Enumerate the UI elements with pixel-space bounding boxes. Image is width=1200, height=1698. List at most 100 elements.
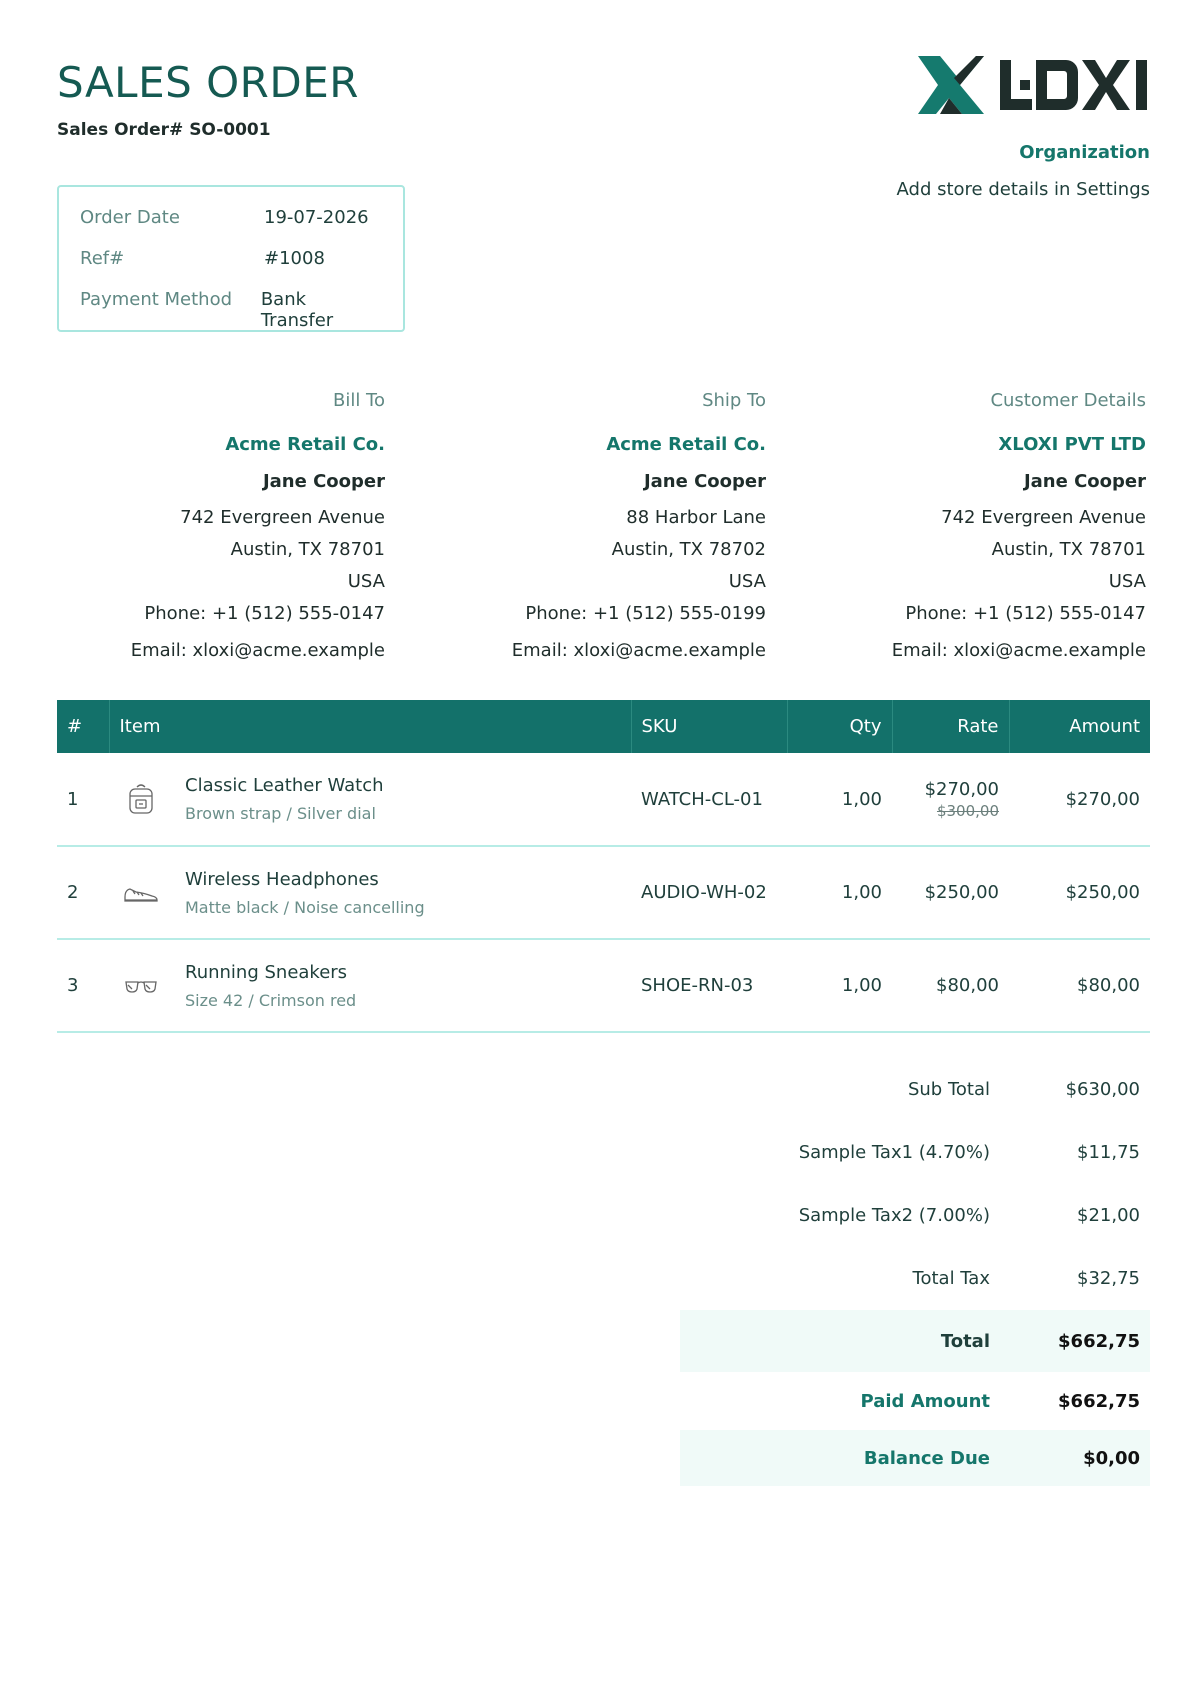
bill-to-city: Austin, TX 78701 <box>230 539 385 560</box>
row-index: 1 <box>67 788 79 810</box>
row-sku: SHOE-RN-03 <box>641 975 754 996</box>
row-rate: $270,00 $300,00 <box>892 753 1009 846</box>
meta-value: 19-07-2026 <box>264 207 369 228</box>
meta-value: #1008 <box>264 248 325 269</box>
customer-person: Jane Cooper <box>1023 471 1146 492</box>
customer-city: Austin, TX 78701 <box>991 539 1146 560</box>
subtotal-row: Sub Total $630,00 <box>680 1058 1150 1121</box>
ship-to-country: USA <box>728 571 766 592</box>
xloxi-logo-icon <box>918 56 1147 114</box>
row-qty: 1,00 <box>841 788 882 810</box>
bill-to-country: USA <box>347 571 385 592</box>
rate-original-strikethrough: $300,00 <box>936 801 999 820</box>
header-amount: Amount <box>1008 700 1150 753</box>
meta-row-ref: Ref# #1008 <box>80 248 382 289</box>
balance-due-row: Balance Due $0,00 <box>680 1430 1150 1486</box>
row-item: Wireless Headphones Matte black / Noise … <box>109 846 631 939</box>
item-name: Running Sneakers <box>185 961 348 983</box>
rate-value: $80,00 <box>936 975 999 996</box>
paid-amount-row: Paid Amount $662,75 <box>680 1372 1150 1430</box>
bill-to-heading: Bill To <box>332 390 385 411</box>
meta-row-payment-method: Payment Method Bank Transfer <box>80 289 382 331</box>
item-description: Matte black / Noise cancelling <box>185 897 425 917</box>
row-sku: AUDIO-WH-02 <box>641 882 767 903</box>
meta-row-order-date: Order Date 19-07-2026 <box>80 207 382 248</box>
line-items-table: # Item SKU Qty Rate Amount 1 Classic Lea… <box>57 700 1150 1033</box>
header-sku: SKU <box>630 700 787 753</box>
organization-heading: Organization <box>1019 142 1150 163</box>
rate-value: $250,00 <box>924 882 999 903</box>
row-qty: 1,00 <box>841 882 882 903</box>
paid-amount-label: Paid Amount <box>860 1390 990 1412</box>
sales-order-number: Sales Order# SO-0001 <box>57 120 271 140</box>
glasses-icon <box>119 968 163 1004</box>
row-index: 2 <box>67 882 79 903</box>
meta-label: Order Date <box>80 207 180 228</box>
table-row: 2 Wireless Headphones Matte black / Nois… <box>57 846 1150 939</box>
total-tax-row: Total Tax $32,75 <box>680 1247 1150 1310</box>
bill-to-street: 742 Evergreen Avenue <box>180 507 385 528</box>
document-title: SALES ORDER <box>57 58 359 107</box>
ship-to-city: Austin, TX 78702 <box>611 539 766 560</box>
ship-to-company: Acme Retail Co. <box>606 434 766 455</box>
row-rate: $250,00 <box>892 846 1009 939</box>
organization-subtext: Add store details in Settings <box>896 179 1150 200</box>
tax2-row: Sample Tax2 (7.00%) $21,00 <box>680 1184 1150 1247</box>
bill-to-person: Jane Cooper <box>262 471 385 492</box>
header-qty: Qty <box>786 700 892 753</box>
customer-phone: Phone: +1 (512) 555-0147 <box>905 603 1146 624</box>
row-index: 3 <box>67 975 79 996</box>
customer-company: XLOXI PVT LTD <box>998 434 1146 455</box>
table-header-row: # Item SKU Qty Rate Amount <box>57 700 1150 753</box>
customer-details-block: Customer Details XLOXI PVT LTD Jane Coop… <box>892 390 1146 672</box>
customer-heading: Customer Details <box>990 390 1146 411</box>
meta-value: Bank Transfer <box>260 289 334 331</box>
table-row: 1 Classic Leather Watch Brown strap / Si… <box>57 753 1150 846</box>
sneaker-icon <box>119 875 163 911</box>
total-tax-label: Total Tax <box>912 1268 990 1289</box>
total-tax-value: $32,75 <box>1077 1268 1140 1289</box>
row-item: Classic Leather Watch Brown strap / Silv… <box>109 753 631 846</box>
backpack-icon <box>119 781 163 817</box>
tax1-label: Sample Tax1 (4.70%) <box>798 1142 990 1163</box>
bill-to-phone: Phone: +1 (512) 555-0147 <box>144 603 385 624</box>
table-row: 3 Running Sneakers Size 42 / Crimson red <box>57 939 1150 1032</box>
header-rate: Rate <box>891 700 1009 753</box>
item-description: Brown strap / Silver dial <box>185 804 376 823</box>
customer-street: 742 Evergreen Avenue <box>941 507 1146 528</box>
row-amount: $80,00 <box>1077 975 1140 996</box>
customer-country: USA <box>1108 571 1146 592</box>
total-label: Total <box>940 1330 990 1352</box>
tax1-row: Sample Tax1 (4.70%) $11,75 <box>680 1121 1150 1184</box>
subtotal-label: Sub Total <box>907 1079 990 1100</box>
ship-to-email: Email: xloxi@acme.example <box>511 640 766 661</box>
row-item: Running Sneakers Size 42 / Crimson red <box>109 939 631 1032</box>
row-qty: 1,00 <box>841 975 882 996</box>
ship-to-person: Jane Cooper <box>643 471 766 492</box>
balance-due-label: Balance Due <box>863 1447 990 1469</box>
row-amount: $270,00 <box>1065 788 1140 810</box>
rate-value: $270,00 <box>924 778 999 800</box>
subtotal-value: $630,00 <box>1065 1079 1140 1100</box>
header-index: # <box>67 716 83 737</box>
total-value: $662,75 <box>1058 1330 1140 1352</box>
paid-amount-value: $662,75 <box>1058 1390 1140 1412</box>
tax2-label: Sample Tax2 (7.00%) <box>798 1205 990 1226</box>
customer-email: Email: xloxi@acme.example <box>891 640 1146 661</box>
ship-to-block: Ship To Acme Retail Co. Jane Cooper 88 H… <box>512 390 766 672</box>
item-name: Classic Leather Watch <box>185 775 384 796</box>
row-sku: WATCH-CL-01 <box>641 788 763 810</box>
bill-to-email: Email: xloxi@acme.example <box>130 640 385 661</box>
tax2-value: $21,00 <box>1077 1205 1140 1226</box>
order-meta-box: Order Date 19-07-2026 Ref# #1008 Payment… <box>57 185 405 332</box>
tax1-value: $11,75 <box>1077 1142 1140 1163</box>
item-description: Size 42 / Crimson red <box>185 990 357 1010</box>
ship-to-phone: Phone: +1 (512) 555-0199 <box>525 603 766 624</box>
bill-to-company: Acme Retail Co. <box>225 434 385 455</box>
row-rate: $80,00 <box>892 939 1009 1032</box>
meta-label: Payment Method <box>80 289 233 310</box>
totals-section: Sub Total $630,00 Sample Tax1 (4.70%) $1… <box>680 1058 1150 1486</box>
header-item: Item <box>108 700 631 753</box>
total-row: Total $662,75 <box>680 1310 1150 1372</box>
bill-to-block: Bill To Acme Retail Co. Jane Cooper 742 … <box>131 390 385 672</box>
